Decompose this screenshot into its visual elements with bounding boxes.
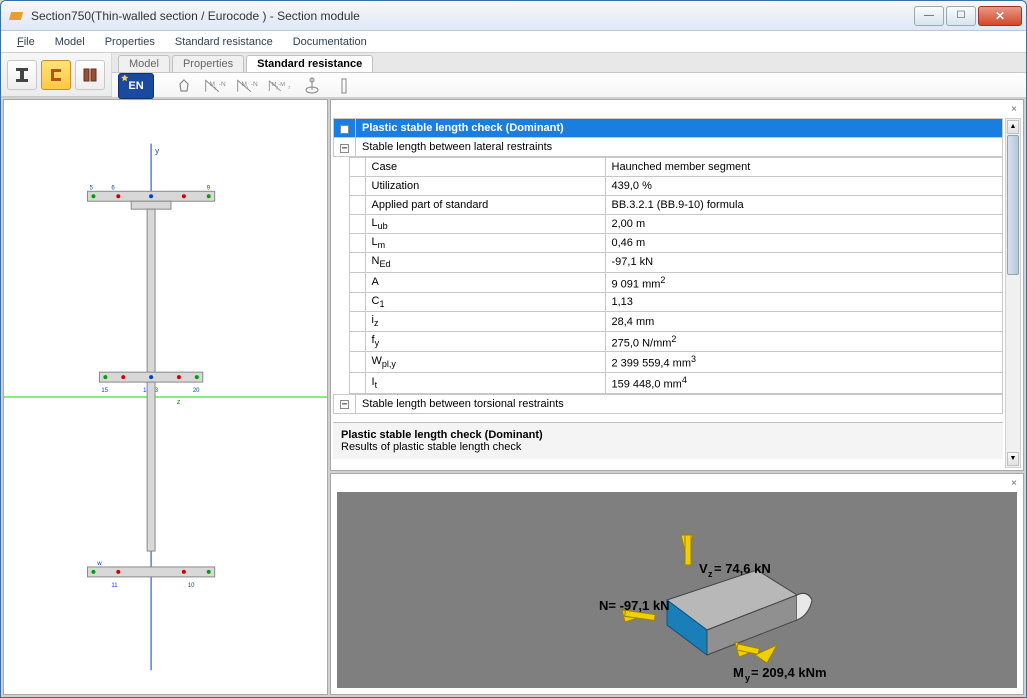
svg-text:9: 9 xyxy=(207,185,211,191)
summary-title: Plastic stable length check (Dominant) xyxy=(341,429,995,441)
pane-close-icon[interactable]: × xyxy=(1007,102,1021,116)
svg-text:z: z xyxy=(177,399,181,406)
diagram-mz-n-icon[interactable]: Mz-N xyxy=(234,73,262,99)
window-buttons: — ☐ ✕ xyxy=(914,6,1022,26)
menu-documentation[interactable]: Documentation xyxy=(283,33,377,51)
maximize-button[interactable]: ☐ xyxy=(946,6,976,26)
table-row[interactable]: A9 091 mm2 xyxy=(333,272,1003,293)
svg-text:y: y xyxy=(214,85,217,90)
table-row[interactable]: Lub2,00 m xyxy=(333,215,1003,234)
force-n-label: N= -97,1 kN xyxy=(599,598,669,613)
svg-text:= 209,4 kNm: = 209,4 kNm xyxy=(751,665,827,680)
table-row[interactable]: fy275,0 N/mm2 xyxy=(333,331,1003,352)
tool-ibeam-icon[interactable] xyxy=(7,60,37,90)
svg-text:10: 10 xyxy=(188,583,195,589)
section-view[interactable]: y 5 6 9 xyxy=(3,99,328,695)
forces-3d-view[interactable]: V z = 74,6 kN N= -97,1 kN M y = 209,4 kN… xyxy=(337,492,1017,688)
table-row[interactable]: Wpl,y2 399 559,4 mm3 xyxy=(333,352,1003,373)
scroll-down-icon[interactable]: ▼ xyxy=(1007,452,1019,466)
pane-close-icon[interactable]: × xyxy=(1007,476,1021,490)
tab-properties[interactable]: Properties xyxy=(172,55,244,72)
svg-text:z: z xyxy=(708,569,713,579)
svg-text:z: z xyxy=(288,84,290,89)
app-icon xyxy=(9,8,25,24)
table-subheader-lateral[interactable]: − Stable length between lateral restrain… xyxy=(334,138,1003,157)
app-window: Section750(Thin-walled section / Eurocod… xyxy=(0,0,1027,698)
tab-model[interactable]: Model xyxy=(118,55,170,72)
titlebar[interactable]: Section750(Thin-walled section / Eurocod… xyxy=(1,1,1026,31)
toolbar-content: EN My-N Mz-N My-Mz xyxy=(112,72,1026,99)
menubar: File Model Properties Standard resistanc… xyxy=(1,31,1026,53)
tab-standard-resistance[interactable]: Standard resistance xyxy=(246,55,373,72)
properties-rows: CaseHaunched member segmentUtilization43… xyxy=(333,157,1003,394)
svg-text:-M: -M xyxy=(278,82,285,88)
table-row[interactable]: NEd-97,1 kN xyxy=(333,253,1003,272)
properties-pane: × − Plastic stable length check (Dominan… xyxy=(330,99,1024,471)
svg-text:-N: -N xyxy=(251,81,258,88)
diagram-my-n-icon[interactable]: My-N xyxy=(202,73,230,99)
scrollbar-thumb[interactable] xyxy=(1007,135,1019,275)
toolbar-tabs: Model Properties Standard resistance EN … xyxy=(112,53,1026,96)
table-row[interactable]: iz28,4 mm xyxy=(333,312,1003,331)
window-title: Section750(Thin-walled section / Eurocod… xyxy=(31,9,914,23)
collapse-icon[interactable]: − xyxy=(340,144,349,153)
force-vz-label: V xyxy=(699,561,708,576)
svg-text:y: y xyxy=(745,673,750,683)
table-section-header[interactable]: − Plastic stable length check (Dominant) xyxy=(334,119,1003,138)
tool-channel-icon[interactable] xyxy=(41,60,71,90)
menu-model[interactable]: Model xyxy=(45,33,95,51)
table-row[interactable]: Utilization439,0 % xyxy=(333,177,1003,196)
diagram-my-mz-icon[interactable]: My-Mz xyxy=(266,73,294,99)
properties-table: − Plastic stable length check (Dominant)… xyxy=(333,118,1003,157)
svg-text:z: z xyxy=(246,85,249,90)
vertical-scrollbar[interactable]: ▲ ▼ xyxy=(1005,118,1021,468)
table-subheader-torsional[interactable]: − Stable length between torsional restra… xyxy=(334,394,1003,413)
table-row[interactable]: Lm0,46 m xyxy=(333,234,1003,253)
forces-view-pane: × xyxy=(330,473,1024,695)
eurocode-en-button[interactable]: EN xyxy=(118,73,154,99)
collapse-icon[interactable]: − xyxy=(340,400,349,409)
shape-icon[interactable] xyxy=(170,73,198,99)
section-drawing: y 5 6 9 xyxy=(4,100,327,694)
tool-section-icon[interactable] xyxy=(75,60,105,90)
right-pane-area: × − Plastic stable length check (Dominan… xyxy=(330,99,1024,695)
table-row[interactable]: C11,13 xyxy=(333,293,1003,312)
svg-text:11: 11 xyxy=(111,583,118,589)
menu-properties[interactable]: Properties xyxy=(95,33,165,51)
svg-text:w: w xyxy=(96,561,102,567)
svg-text:20: 20 xyxy=(193,388,200,394)
table-row[interactable]: It159 448,0 mm4 xyxy=(333,372,1003,393)
table-row[interactable]: CaseHaunched member segment xyxy=(333,158,1003,177)
svg-text:= 74,6 kN: = 74,6 kN xyxy=(714,561,771,576)
collapse-icon[interactable]: − xyxy=(340,125,349,134)
scroll-up-icon[interactable]: ▲ xyxy=(1007,120,1019,134)
main-area: y 5 6 9 xyxy=(1,97,1026,697)
toolbar: Model Properties Standard resistance EN … xyxy=(1,53,1026,97)
svg-text:M: M xyxy=(733,665,744,680)
menu-file[interactable]: File xyxy=(7,33,45,51)
svg-text:y: y xyxy=(155,147,159,156)
summary-text: Results of plastic stable length check xyxy=(341,441,995,453)
buckling-icon[interactable] xyxy=(298,73,326,99)
table-row[interactable]: Applied part of standardBB.3.2.1 (BB.9-1… xyxy=(333,196,1003,215)
minimize-button[interactable]: — xyxy=(914,6,944,26)
column-icon[interactable] xyxy=(330,73,358,99)
menu-standard-resistance[interactable]: Standard resistance xyxy=(165,33,283,51)
close-button[interactable]: ✕ xyxy=(978,6,1022,26)
svg-text:5: 5 xyxy=(89,185,93,191)
summary-panel: Plastic stable length check (Dominant) R… xyxy=(333,422,1003,459)
svg-text:15: 15 xyxy=(101,388,108,394)
toolbar-shape-group xyxy=(1,53,112,96)
svg-text:6: 6 xyxy=(111,185,115,191)
svg-text:-N: -N xyxy=(219,81,226,88)
